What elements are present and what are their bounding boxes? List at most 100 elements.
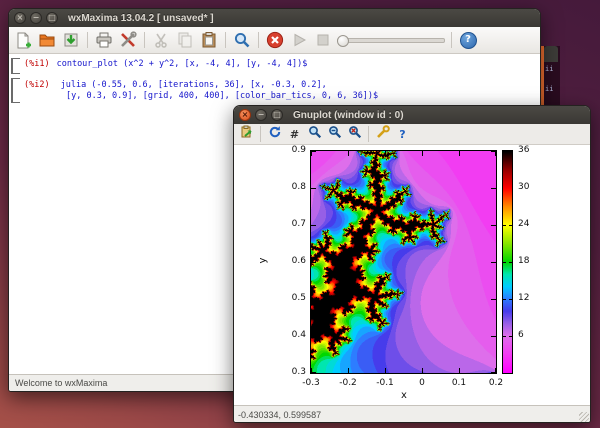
maximize-button[interactable]: □ [271,109,283,121]
open-folder-icon [38,31,56,49]
zoom-previous-button[interactable] [326,126,343,142]
print-button[interactable] [94,30,114,50]
axis-tick-mark [311,299,316,300]
cell-bracket[interactable] [11,78,20,103]
minimize-button[interactable]: − [30,12,42,24]
input-cell-line[interactable]: (%i1)contour_plot (x^2 + y^2, [x, -4, 4]… [24,59,307,70]
input-cell-line[interactable]: (%i2) julia (-0.55, 0.6, [iterations, 36]… [24,80,327,91]
zoom-next-button[interactable] [306,126,323,142]
axis-tick-mark [385,368,386,373]
toolbar-separator [451,32,452,48]
save-button[interactable] [61,30,81,50]
colorbar-contour-dash [509,225,512,226]
interrupt-button[interactable] [265,30,285,50]
save-icon [62,31,80,49]
axis-tick-mark [348,151,349,156]
maximize-button[interactable]: □ [46,12,58,24]
toolbar-separator [87,32,88,48]
gnuplot-plot-area: y x -0.3-0.2-0.100.10.20.90.80.70.60.50.… [234,145,590,405]
colorbar-tick-label: 18 [518,256,540,267]
axis-tick-mark [422,151,423,156]
gnuplot-statusbar: -0.430334, 0.599587 [234,405,590,423]
minimize-button[interactable]: − [255,109,267,121]
export-button[interactable] [238,126,255,142]
window-title: wxMaxima 13.04.2 [ unsaved* ] [68,13,214,24]
input-code[interactable]: julia (-0.55, 0.6, [iterations, 36], [x,… [61,80,327,90]
y-tick-label: 0.8 [280,182,306,193]
colorbar-tick-label: 6 [518,330,540,341]
x-axis-label: x [389,390,419,401]
colorbar-tick-label: 12 [518,293,540,304]
close-button[interactable]: × [14,12,26,24]
help-button[interactable]: ? [394,126,411,142]
colorbar-tick-label: 24 [518,219,540,230]
axis-tick-mark [491,336,496,337]
cell-bracket[interactable] [11,58,20,74]
x-tick-label: -0.2 [333,378,363,389]
toolbar-separator [368,126,369,142]
axis-tick-mark [348,368,349,373]
terminal-tab[interactable] [544,46,558,62]
x-tick-label: -0.3 [296,378,326,389]
zoom-previous-icon [328,125,342,144]
slider-handle[interactable] [337,35,349,47]
axis-tick-mark [491,151,496,152]
axis-tick-mark [311,262,316,263]
axis-tick-mark [491,299,496,300]
stop-square-icon [314,31,332,49]
terminal-text-line: ii [545,65,553,73]
refresh-icon [268,125,282,144]
paste-button[interactable] [199,30,219,50]
copy-button[interactable] [175,30,195,50]
axis-tick-mark [311,225,316,226]
axis-tick-mark [311,188,316,189]
configure-button[interactable] [118,30,138,50]
autoscale-icon [348,125,362,144]
input-cell-line[interactable]: [y, 0.3, 0.9], [grid, 400, 400], [color_… [66,91,378,102]
animation-slider[interactable] [337,33,445,47]
gnuplot-toolbar: # ? [234,124,590,145]
toolbar-separator [260,126,261,142]
cut-button[interactable] [151,30,171,50]
search-icon [233,31,251,49]
terminal-window[interactable]: ii ii [541,46,560,106]
stop-button[interactable] [313,30,333,50]
play-button[interactable] [289,30,309,50]
zoom-next-icon [308,125,322,144]
status-text: Welcome to wxMaxima [15,378,107,388]
axis-tick-mark [491,225,496,226]
axis-tick-mark [491,188,496,189]
colorbar-tick-label: 30 [518,182,540,193]
open-button[interactable] [37,30,57,50]
julia-plot-canvas[interactable] [311,151,496,373]
x-tick-label: 0.2 [481,378,511,389]
wxmaxima-titlebar[interactable]: × − □ wxMaxima 13.04.2 [ unsaved* ] [9,9,540,27]
play-icon [290,31,308,49]
y-tick-label: 0.6 [280,256,306,267]
autoscale-button[interactable] [346,126,363,142]
colorbar-contour-dash [503,225,506,226]
terminal-text-line: ii [545,85,553,93]
toolbar-separator [144,32,145,48]
find-button[interactable] [232,30,252,50]
x-tick-label: -0.1 [370,378,400,389]
cursor-coordinates: -0.430334, 0.599587 [238,410,321,420]
gnuplot-window[interactable]: × − □ Gnuplot (window id : 0) # ? y x -0… [233,105,591,423]
new-document-button[interactable] [13,30,33,50]
gnuplot-titlebar[interactable]: × − □ Gnuplot (window id : 0) [234,106,590,124]
options-button[interactable] [374,126,391,142]
interrupt-stop-icon [266,31,284,49]
input-label: (%i2) [24,80,50,90]
paste-clipboard-icon [200,31,218,49]
help-button[interactable]: ? [458,30,478,50]
axis-tick-mark [459,368,460,373]
resize-grip[interactable] [579,412,589,422]
close-button[interactable]: × [239,109,251,121]
grid-button[interactable]: # [286,126,303,142]
copy-icon [176,31,194,49]
replot-button[interactable] [266,126,283,142]
input-code[interactable]: [y, 0.3, 0.9], [grid, 400, 400], [color_… [66,91,378,101]
input-code[interactable]: contour_plot (x^2 + y^2, [x, -4, 4], [y,… [57,59,308,69]
toolbar-separator [225,32,226,48]
axis-tick-mark [491,372,496,373]
